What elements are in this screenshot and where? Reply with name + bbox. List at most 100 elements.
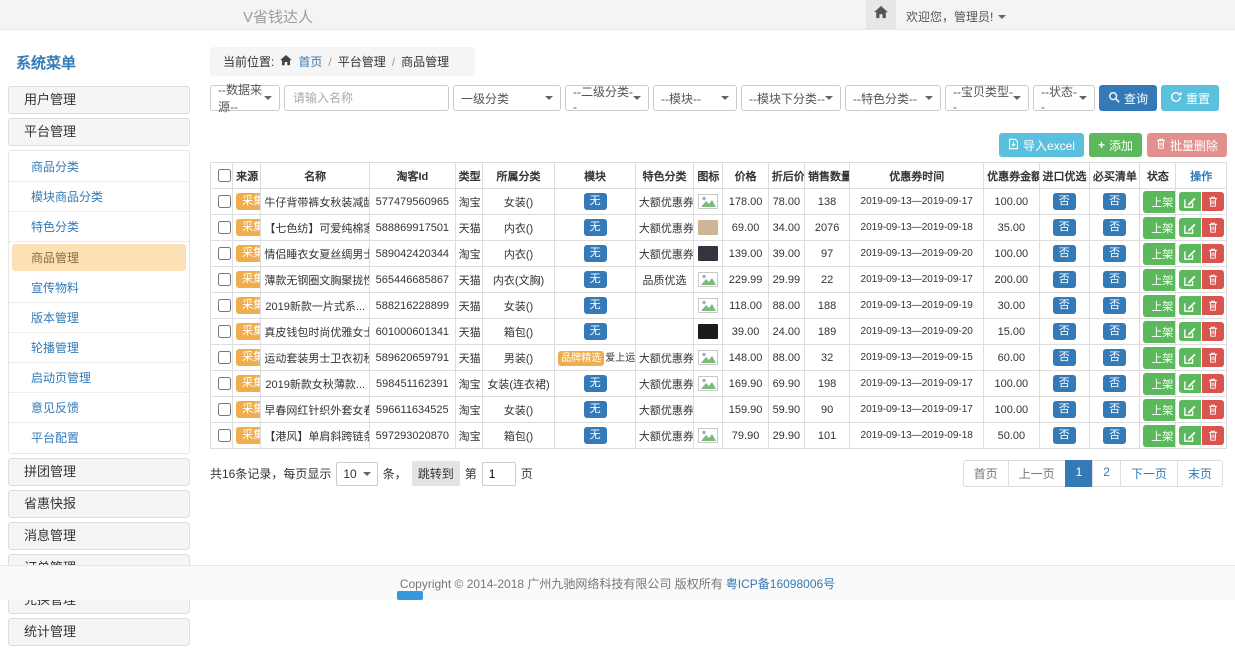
pagination-item[interactable]: 上一页	[1008, 460, 1066, 487]
delete-button[interactable]	[1202, 374, 1224, 393]
cell-time: 2019-09-13—2019-09-17	[850, 397, 984, 423]
cell-actions	[1176, 293, 1227, 319]
pagination-item[interactable]: 1	[1065, 460, 1094, 487]
cell-sales: 97	[804, 241, 849, 267]
sidebar-item[interactable]: 意见反馈	[9, 393, 189, 423]
row-checkbox[interactable]	[218, 299, 231, 312]
edit-button[interactable]	[1179, 374, 1201, 393]
filter-status-select[interactable]: --状态--	[1033, 85, 1095, 111]
row-checkbox[interactable]	[218, 351, 231, 364]
delete-button[interactable]	[1202, 426, 1224, 445]
query-button[interactable]: 查询	[1099, 85, 1157, 111]
page-size-select[interactable]: 10	[336, 462, 377, 486]
row-actions	[1179, 400, 1224, 419]
edit-button[interactable]	[1179, 426, 1201, 445]
sidebar-group[interactable]: 消息管理	[8, 522, 190, 550]
filter-level1-category-select[interactable]: 一级分类	[453, 85, 561, 111]
sidebar-item[interactable]: 模块商品分类	[9, 182, 189, 212]
cell-sales: 198	[804, 371, 849, 397]
sidebar-group[interactable]: 平台管理	[8, 118, 190, 146]
row-checkbox[interactable]	[218, 221, 231, 234]
filter-name-search-input[interactable]	[284, 85, 449, 111]
page-number-input[interactable]	[482, 462, 516, 486]
pagination-item[interactable]: 首页	[963, 460, 1009, 487]
row-checkbox[interactable]	[218, 325, 231, 338]
bulk-delete-button[interactable]: 批量删除	[1147, 133, 1227, 157]
edit-button[interactable]	[1179, 270, 1201, 289]
delete-button[interactable]	[1202, 296, 1224, 315]
delete-button[interactable]	[1202, 244, 1224, 263]
sidebar-item[interactable]: 特色分类	[9, 212, 189, 242]
icp-link[interactable]: 粤ICP备16098006号	[726, 575, 835, 592]
filter-data-source-select[interactable]: --数据来源--	[210, 85, 280, 111]
row-checkbox[interactable]	[218, 247, 231, 260]
edit-button[interactable]	[1179, 322, 1201, 341]
sidebar-group[interactable]: 用户管理	[8, 86, 190, 114]
edit-button[interactable]	[1179, 296, 1201, 315]
status-button[interactable]: 上架	[1143, 321, 1176, 343]
status-button[interactable]: 上架	[1143, 191, 1176, 213]
edit-button[interactable]	[1179, 244, 1201, 263]
module-badge: 无	[584, 245, 607, 261]
delete-button[interactable]	[1202, 348, 1224, 367]
jump-button[interactable]: 跳转到	[412, 461, 460, 486]
pagination-pages: 首页上一页12下一页末页	[963, 460, 1223, 487]
delete-button[interactable]	[1202, 322, 1224, 341]
breadcrumb-home-link[interactable]: 首页	[298, 53, 322, 70]
filter-feature-category-select[interactable]: --特色分类--	[845, 85, 941, 111]
pagination-item[interactable]: 末页	[1177, 460, 1223, 487]
cell-must: 否	[1089, 215, 1139, 241]
filter-module-select[interactable]: --模块--	[653, 85, 737, 111]
sidebar-item[interactable]: 商品管理	[12, 244, 186, 271]
edit-button[interactable]	[1179, 348, 1201, 367]
filter-level2-category-select[interactable]: --二级分类--	[565, 85, 649, 111]
home-button[interactable]	[866, 0, 896, 30]
cell-status: 上架	[1140, 215, 1176, 241]
row-checkbox[interactable]	[218, 429, 231, 442]
pagination-item[interactable]: 下一页	[1120, 460, 1178, 487]
add-button[interactable]: + 添加	[1089, 133, 1142, 157]
cell-sales: 101	[804, 423, 849, 449]
sidebar-group[interactable]: 省惠快报	[8, 490, 190, 518]
sidebar-item[interactable]: 版本管理	[9, 303, 189, 333]
sidebar-item[interactable]: 商品分类	[9, 152, 189, 182]
delete-button[interactable]	[1202, 218, 1224, 237]
status-button[interactable]: 上架	[1143, 217, 1176, 239]
delete-button[interactable]	[1202, 270, 1224, 289]
sidebar-item[interactable]: 平台配置	[9, 423, 189, 452]
cell-category: 内衣(文胸)	[482, 267, 554, 293]
sidebar-menu: 用户管理平台管理商品分类模块商品分类特色分类商品管理宣传物料版本管理轮播管理启动…	[8, 86, 190, 646]
row-checkbox[interactable]	[218, 403, 231, 416]
sidebar-item[interactable]: 宣传物料	[9, 273, 189, 303]
status-button[interactable]: 上架	[1143, 243, 1176, 265]
edit-button[interactable]	[1179, 400, 1201, 419]
user-menu[interactable]: 欢迎您，管理员!	[906, 8, 1006, 25]
sidebar-group[interactable]: 拼团管理	[8, 458, 190, 486]
delete-button[interactable]	[1202, 400, 1224, 419]
row-checkbox[interactable]	[218, 377, 231, 390]
module-badge: 无	[584, 297, 607, 313]
cell-feature: 大额优惠券	[635, 423, 693, 449]
row-checkbox[interactable]	[218, 273, 231, 286]
delete-button[interactable]	[1202, 192, 1224, 211]
status-button[interactable]: 上架	[1143, 425, 1176, 447]
sidebar-item[interactable]: 轮播管理	[9, 333, 189, 363]
reset-button[interactable]: 重置	[1161, 85, 1219, 111]
top-header: V省钱达人 欢迎您，管理员!	[0, 0, 1235, 30]
status-button[interactable]: 上架	[1143, 373, 1176, 395]
filter-module-sub-category-select[interactable]: --模块下分类--	[741, 85, 841, 111]
filter-item-type-select[interactable]: --宝贝类型--	[945, 85, 1029, 111]
row-checkbox[interactable]	[218, 195, 231, 208]
select-all-checkbox[interactable]	[218, 169, 231, 182]
table-row: 采集牛仔背带裤女秋装减龄...577479560965淘宝女装()无大额优惠券1…	[211, 189, 1227, 215]
pagination-item[interactable]: 2	[1092, 460, 1121, 487]
edit-button[interactable]	[1179, 192, 1201, 211]
sidebar-item[interactable]: 启动页管理	[9, 363, 189, 393]
edit-button[interactable]	[1179, 218, 1201, 237]
import-excel-button[interactable]: 导入excel	[999, 133, 1084, 157]
status-button[interactable]: 上架	[1143, 295, 1176, 317]
status-button[interactable]: 上架	[1143, 347, 1176, 369]
sidebar-group[interactable]: 统计管理	[8, 618, 190, 646]
status-button[interactable]: 上架	[1143, 269, 1176, 291]
status-button[interactable]: 上架	[1143, 399, 1176, 421]
